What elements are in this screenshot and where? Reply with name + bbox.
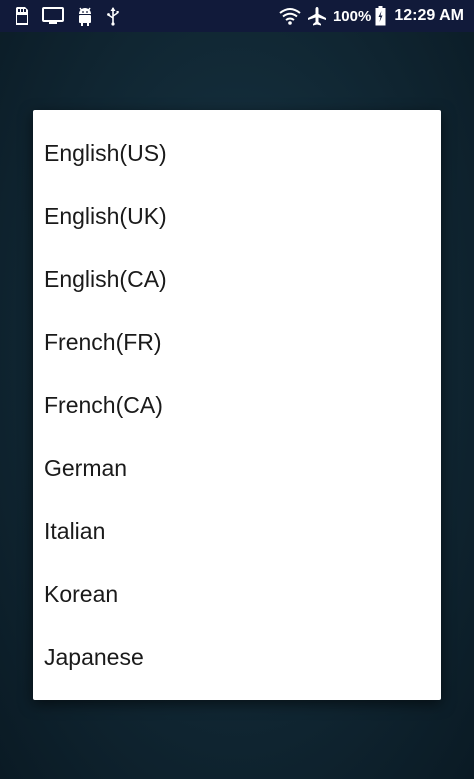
language-dialog: English(US) English(UK) English(CA) Fren… [33,110,441,700]
language-option-korean[interactable]: Korean [33,563,441,626]
airplane-icon [307,6,327,26]
language-option-english-us[interactable]: English(US) [33,122,441,185]
status-right-icons: 100% 12:29 AM [279,6,464,26]
language-option-japanese[interactable]: Japanese [33,626,441,689]
language-option-italian[interactable]: Italian [33,500,441,563]
battery-percent: 100% [332,7,372,25]
clock: 12:29 AM [394,7,464,24]
android-icon [76,6,94,26]
monitor-icon [42,7,64,25]
wifi-icon [279,7,301,25]
language-option-english-uk[interactable]: English(UK) [33,185,441,248]
language-option-french-fr[interactable]: French(FR) [33,311,441,374]
status-bar: 100% 12:29 AM [0,0,474,32]
language-option-english-ca[interactable]: English(CA) [33,248,441,311]
language-option-french-ca[interactable]: French(CA) [33,374,441,437]
status-left-icons [14,6,132,26]
battery-icon [375,6,386,26]
usb-icon [106,6,120,26]
language-option-german[interactable]: German [33,437,441,500]
storage-100-icon [14,6,30,26]
